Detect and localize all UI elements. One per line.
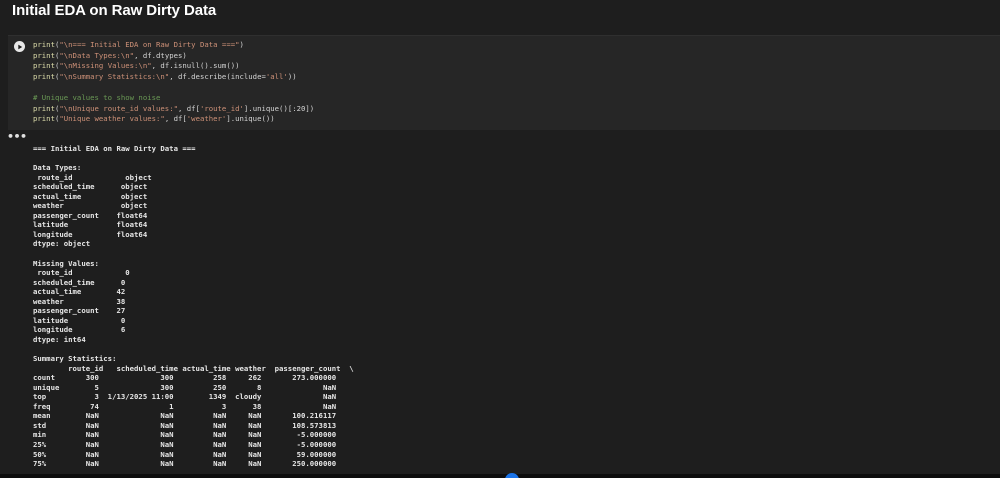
output-line: longitude 6 [33, 325, 126, 335]
code-token: ].unique()) [226, 114, 275, 124]
output-line: route_id 0 [33, 268, 130, 278]
code-line: print("\n=== Initial EDA on Raw Dirty Da… [33, 40, 314, 51]
code-token: , df.describe(include= [169, 71, 266, 81]
code-token: 'route_id' [199, 103, 244, 113]
output-line: Missing Values: [33, 258, 99, 268]
code-token: print [33, 71, 55, 81]
output-line: 50% NaN NaN NaN NaN 59.000000 [33, 449, 337, 459]
code-token: print [33, 40, 55, 49]
code-token: 'all' [265, 71, 288, 81]
output-options-button[interactable]: ••• [7, 131, 27, 142]
output-line: min NaN NaN NaN NaN -5.000000 [33, 430, 337, 440]
code-token: , df[ [164, 114, 187, 124]
run-cell-button[interactable] [14, 41, 25, 52]
code-line: # Unique values to show noise [33, 93, 314, 104]
output-line: latitude float64 [33, 220, 148, 230]
code-token: "\n=== Initial EDA on Raw Dirty Data ===… [59, 40, 240, 49]
output-line: actual_time 42 [33, 287, 126, 297]
output-line: === Initial EDA on Raw Dirty Data === [33, 144, 196, 153]
output-text: === Initial EDA on Raw Dirty Data === Da… [33, 144, 354, 469]
output-line: 25% NaN NaN NaN NaN -5.000000 [33, 439, 337, 449]
output-line: longitude float64 [33, 229, 148, 239]
bottom-status-bar [0, 474, 1000, 478]
code-line: print("\nMissing Values:\n", df.isnull()… [33, 61, 314, 72]
code-token: # Unique values to show noise [33, 92, 161, 102]
section-heading: Initial EDA on Raw Dirty Data [12, 2, 217, 19]
code-token: ) [239, 40, 244, 49]
output-line: Summary Statistics: [33, 354, 117, 364]
code-token: "\nSummary Statistics:\n" [59, 71, 170, 81]
output-line: latitude 0 [33, 315, 126, 325]
code-token: , df[ [178, 103, 200, 113]
code-token: "\nMissing Values:\n" [59, 61, 152, 71]
code-token: "\nUnique route_id values:" [59, 103, 178, 113]
code-cell[interactable]: print("\n=== Initial EDA on Raw Dirty Da… [8, 35, 1000, 131]
code-token: print [33, 50, 55, 60]
code-token: , df.dtypes) [134, 50, 187, 60]
code-editor[interactable]: print("\n=== Initial EDA on Raw Dirty Da… [33, 40, 314, 125]
output-line: top 3 1/13/2025 11:00 1349 cloudy NaN [33, 392, 337, 402]
output-line: actual_time object [33, 191, 148, 201]
code-token: ].unique()[:20]) [243, 103, 315, 113]
output-line: count 300 300 258 262 273.000000 [33, 373, 337, 383]
output-line: weather object [33, 201, 148, 211]
code-token: , df.isnull().sum()) [151, 61, 240, 71]
output-line: scheduled_time object [33, 182, 148, 192]
output-line: mean NaN NaN NaN NaN 100.216117 [33, 411, 337, 421]
output-line: freq 74 1 3 38 NaN [33, 401, 337, 411]
output-line: std NaN NaN NaN NaN 108.573813 [33, 420, 337, 430]
code-token: print [33, 114, 55, 124]
output-line: passenger_count float64 [33, 210, 148, 220]
output-line: unique 5 300 250 8 NaN [33, 382, 337, 392]
code-token: print [33, 61, 55, 71]
output-line: dtype: object [33, 239, 91, 249]
code-token: )) [287, 71, 297, 81]
output-line: weather 38 [33, 296, 126, 306]
output-line: route_id scheduled_time actual_time weat… [33, 363, 354, 373]
output-line: 75% NaN NaN NaN NaN 250.000000 [33, 459, 337, 469]
output-line: Data Types: [33, 163, 82, 173]
output-line: dtype: int64 [33, 334, 86, 344]
code-token: 'weather' [186, 114, 227, 124]
output-line: route_id object [33, 172, 152, 182]
output-line: passenger_count 27 [33, 306, 126, 316]
output-line: scheduled_time 0 [33, 277, 126, 287]
play-icon [17, 44, 22, 49]
code-line: print("Unique weather values:", df['weat… [33, 114, 314, 125]
output-cell: ••• === Initial EDA on Raw Dirty Data ==… [0, 130, 1000, 475]
code-line: print("\nUnique route_id values:", df['r… [33, 104, 314, 115]
code-line: print("\nData Types:\n", df.dtypes) [33, 51, 314, 62]
code-token: print [33, 103, 55, 113]
code-line: print("\nSummary Statistics:\n", df.desc… [33, 72, 314, 83]
code-token: "\nData Types:\n" [59, 50, 135, 60]
code-token: "Unique weather values:" [59, 114, 165, 124]
